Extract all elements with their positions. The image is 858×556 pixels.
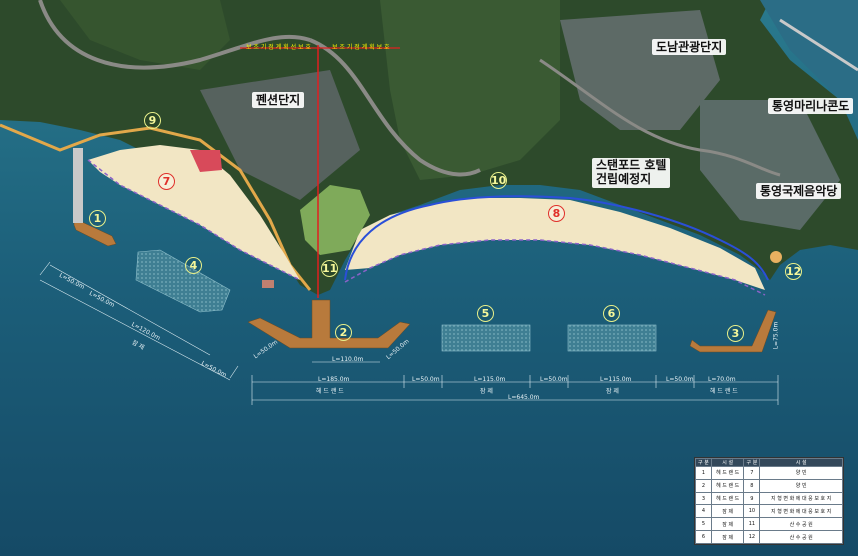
label-stanford-line2: 건립예정지	[596, 171, 652, 186]
dim-seg3: L=115.0m	[474, 376, 506, 383]
legend-header: 구 분	[743, 458, 761, 467]
legend-row: 2 헤 드 랜 드 8 양 빈	[695, 478, 843, 493]
marker-12: 12	[785, 263, 802, 280]
legend-row: 3 헤 드 랜 드 9 지 형 변 화 에 대 응 보 호 지	[695, 491, 843, 506]
legend-cell: 4	[695, 504, 712, 519]
legend-row: 6 잠 제 12 산 수 공 원	[695, 530, 843, 544]
dim-total: L=645.0m	[508, 394, 540, 401]
top-dim-left: 보 조 기 점 계 획 선 보 호	[246, 44, 311, 51]
marker-6: 6	[603, 305, 620, 322]
label-tourism-complex: 도남관광단지	[652, 39, 727, 56]
breakwater-6	[567, 324, 657, 352]
legend-cell: 산 수 공 원	[759, 517, 843, 532]
dim-l110: L=110.0m	[332, 356, 364, 363]
legend-cell: 헤 드 랜 드	[710, 466, 745, 480]
dim-sub1: 헤 드 랜 드	[316, 388, 344, 395]
label-music-hall: 통영국제음악당	[756, 183, 842, 200]
legend-header: 시 설	[710, 458, 745, 467]
marker-2: 2	[335, 324, 352, 341]
legend-row: 1 헤 드 랜 드 7 양 빈	[695, 466, 843, 480]
dim-seg6: L=50.0m	[666, 376, 694, 383]
marker-8: 8	[548, 205, 565, 222]
legend-cell: 잠 제	[710, 517, 745, 532]
legend-cell: 지 형 변 화 에 대 응 보 호 지	[759, 504, 843, 519]
legend-cell: 헤 드 랜 드	[710, 491, 745, 506]
marker-11: 11	[321, 260, 338, 277]
label-pension-complex: 펜션단지	[252, 92, 305, 109]
label-stanford-hotel: 스탠포드 호텔 건립예정지	[592, 158, 671, 188]
legend-cell: 잠 제	[710, 530, 745, 544]
dim-seg2: L=50.0m	[412, 376, 440, 383]
dim-sub2: 잠 제	[480, 388, 493, 395]
marker-7: 7	[158, 173, 175, 190]
legend-table: 구 분 시 설 구 분 시 설 1 헤 드 랜 드 7 양 빈 2 헤 드 랜 …	[694, 457, 844, 545]
top-dim-right: 보 조 기 점 계 획 보 호	[332, 44, 390, 51]
legend-header: 구 분	[695, 458, 712, 467]
legend-cell: 헤 드 랜 드	[710, 478, 745, 493]
legend-header-row: 구 분 시 설 구 분 시 설	[695, 458, 843, 467]
dim-seg1: L=185.0m	[318, 376, 350, 383]
marker-1: 1	[89, 210, 106, 227]
legend-cell: 양 빈	[759, 478, 843, 493]
legend-row: 5 잠 제 11 산 수 공 원	[695, 517, 843, 532]
marker-5: 5	[477, 305, 494, 322]
legend-cell: 8	[743, 478, 761, 493]
coastal-plan-map: 보 조 기 점 계 획 선 보 호 보 조 기 점 계 획 보 호 펜션단지 도…	[0, 0, 858, 556]
dim-seg7: L=70.0m	[708, 376, 736, 383]
marker-4: 4	[185, 257, 202, 274]
label-stanford-line1: 스탠포드 호텔	[596, 158, 667, 172]
marker-10: 10	[490, 172, 507, 189]
label-marina-condo: 통영마리나콘도	[768, 98, 854, 115]
legend-cell: 1	[695, 466, 712, 480]
legend-cell: 5	[695, 517, 712, 532]
legend-cell: 6	[695, 530, 712, 544]
dim-seg4: L=50.0m	[540, 376, 568, 383]
legend-row: 4 잠 제 10 지 형 변 화 에 대 응 보 호 지	[695, 504, 843, 519]
legend-cell: 3	[695, 491, 712, 506]
structure-12	[770, 251, 782, 263]
legend-cell: 지 형 변 화 에 대 응 보 호 지	[759, 491, 843, 506]
legend-cell: 10	[743, 504, 761, 519]
dim-l75: L=75.0m	[772, 321, 780, 350]
breakwater-5	[441, 324, 531, 352]
dim-sub3: 잠 제	[606, 388, 619, 395]
dim-sub4: 헤 드 랜 드	[710, 388, 738, 395]
marker-9: 9	[144, 112, 161, 129]
legend-cell: 12	[743, 530, 761, 544]
legend-cell: 2	[695, 478, 712, 493]
small-structure	[262, 280, 274, 288]
marker-3: 3	[727, 325, 744, 342]
legend-cell: 산 수 공 원	[759, 530, 843, 544]
legend-cell: 양 빈	[759, 466, 843, 480]
legend-cell: 7	[743, 466, 761, 480]
legend-cell: 잠 제	[710, 504, 745, 519]
legend-cell: 9	[743, 491, 761, 506]
pier-1	[73, 148, 83, 223]
legend-cell: 11	[743, 517, 761, 532]
dim-seg5: L=115.0m	[600, 376, 632, 383]
legend-header: 시 설	[759, 458, 843, 467]
